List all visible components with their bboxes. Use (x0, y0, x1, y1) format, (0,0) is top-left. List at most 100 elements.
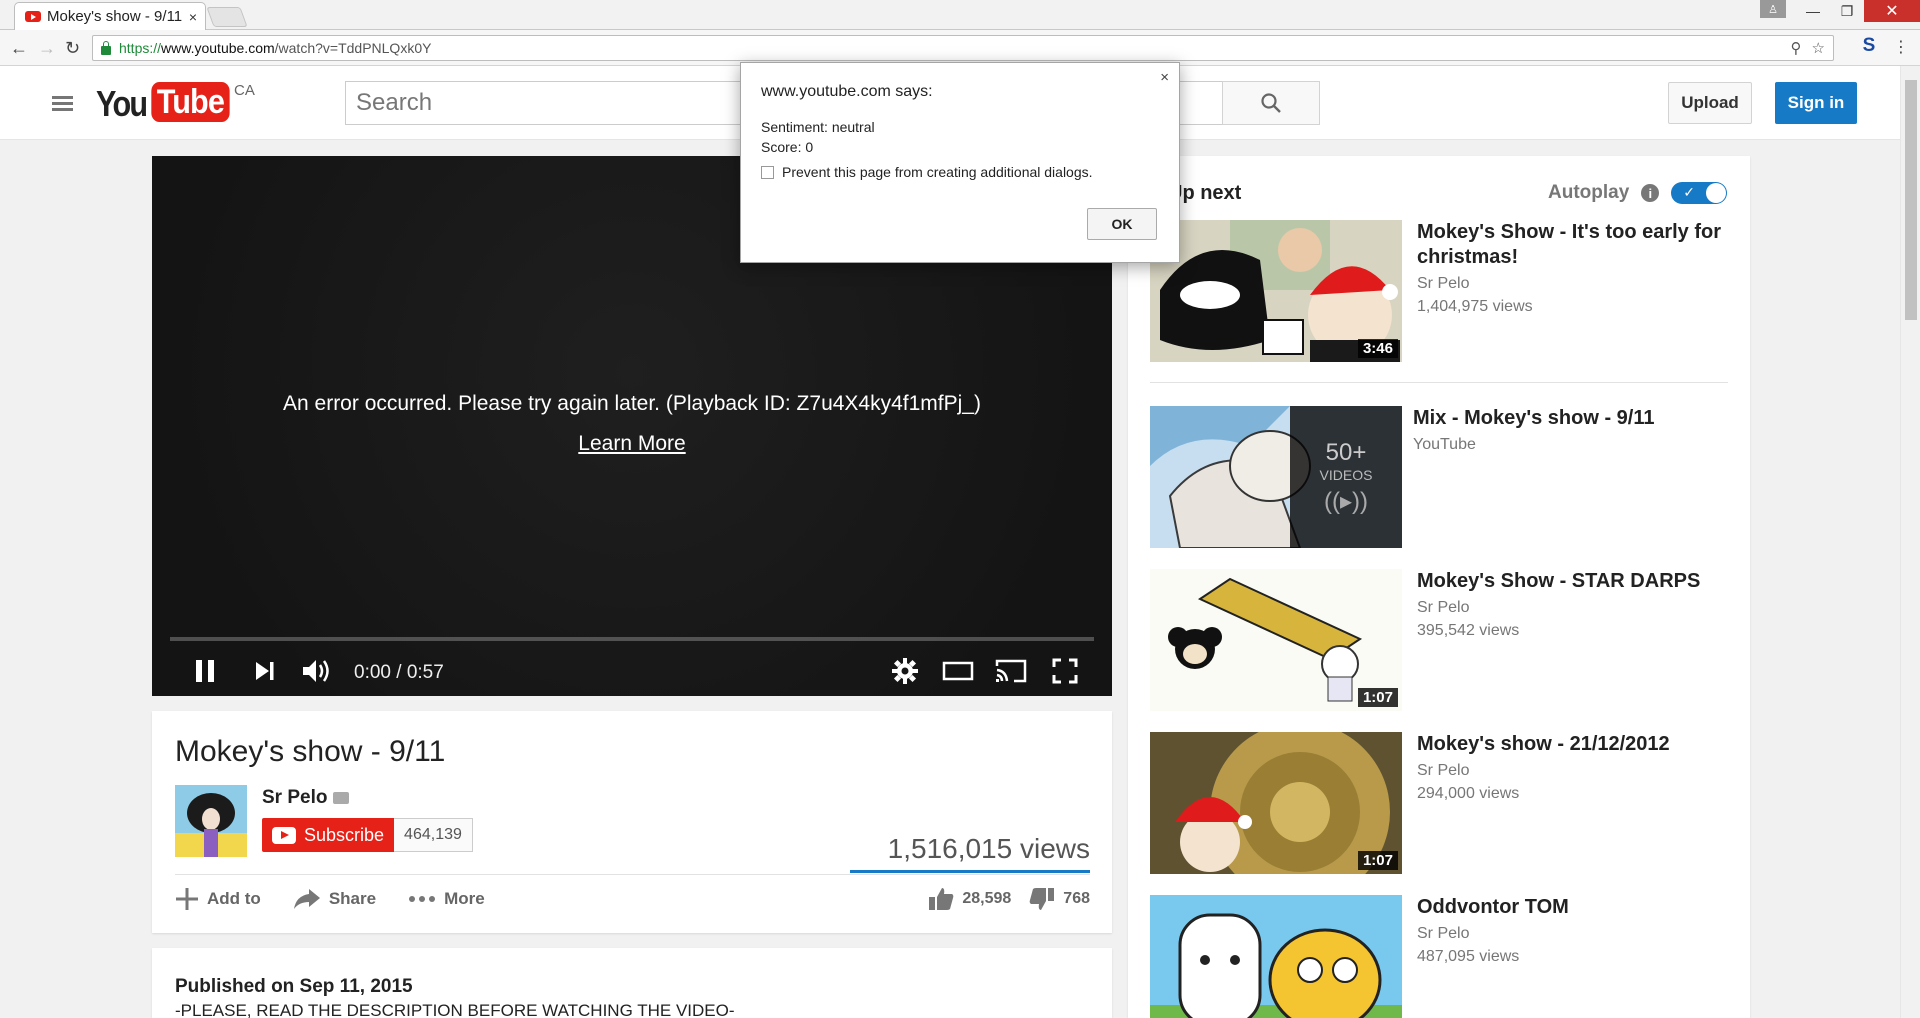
playlist-title-link[interactable]: Mix - Mokey's show - 9/11 (1413, 406, 1733, 431)
video-duration: 3:46 (1357, 339, 1398, 358)
fullscreen-icon[interactable] (1052, 658, 1078, 684)
up-next-sidebar: Up next Autoplay i ✓ 3:46 Mokey's Show -… (1128, 156, 1750, 1018)
recommended-video[interactable]: 1:07 Mokey's Show - STAR DARPS Sr Pelo 3… (1150, 569, 1750, 711)
like-ratio-bar (850, 870, 1090, 873)
secure-lock-icon (101, 40, 111, 55)
broadcast-icon: ((▸)) (1323, 487, 1368, 515)
address-bar[interactable]: https://www.youtube.com/watch?v=TddPNLQx… (92, 35, 1834, 61)
channel-name-link[interactable]: Sr Pelo (262, 787, 350, 809)
minimize-icon[interactable]: — (1796, 0, 1830, 22)
volume-icon[interactable] (302, 658, 334, 684)
browser-tab-bar: Mokey's show - 9/11 × ♙ — ❐ ✕ (0, 0, 1920, 30)
browser-tab[interactable]: Mokey's show - 9/11 × (14, 2, 206, 30)
share-arrow-icon (293, 889, 320, 909)
recommended-video[interactable]: Oddvontor TOM Sr Pelo 487,095 views (1150, 895, 1750, 1018)
page-scrollbar[interactable] (1900, 66, 1920, 1018)
url-text: https://www.youtube.com/watch?v=TddPNLQx… (119, 40, 432, 56)
more-dots-icon (409, 896, 436, 902)
info-icon[interactable]: i (1641, 184, 1660, 202)
view-count: 487,095 views (1417, 948, 1520, 965)
video-thumbnail[interactable]: 1:07 (1150, 732, 1402, 874)
youtube-logo[interactable]: You Tube CA (96, 82, 255, 126)
video-title-link[interactable]: Mokey's Show - It's too early for christ… (1417, 220, 1737, 270)
dialog-close-icon[interactable]: × (1160, 69, 1169, 86)
verified-badge-icon (333, 792, 350, 804)
playlist-overlay: 50+ VIDEOS ((▸)) (1290, 406, 1402, 548)
recommended-video[interactable]: 1:07 Mokey's show - 21/12/2012 Sr Pelo 2… (1150, 732, 1750, 874)
video-title-link[interactable]: Mokey's show - 21/12/2012 (1417, 732, 1737, 757)
theater-mode-icon[interactable] (942, 658, 974, 684)
view-count: 1,404,975 views (1417, 298, 1533, 315)
video-title: Mokey's show - 9/11 (175, 735, 446, 768)
divider (1150, 382, 1728, 383)
time-display: 0:00 / 0:57 (354, 662, 444, 683)
window-controls: ♙ — ❐ ✕ (1760, 0, 1920, 22)
channel-avatar[interactable] (175, 785, 247, 857)
channel-name: Sr Pelo (1417, 925, 1470, 942)
next-icon[interactable] (254, 658, 276, 684)
progress-bar[interactable] (170, 637, 1094, 641)
zoom-icon[interactable]: ⚲ (1791, 39, 1802, 57)
subscribe-button[interactable]: Subscribe (262, 818, 395, 852)
thumbs-up-icon (929, 888, 954, 910)
window-close-icon[interactable]: ✕ (1864, 0, 1920, 22)
channel-name: Sr Pelo (1417, 762, 1470, 779)
learn-more-link[interactable]: Learn More (152, 432, 1112, 456)
more-button[interactable]: More (408, 889, 485, 909)
extension-icon[interactable]: S (1858, 35, 1880, 57)
autoplay-toggle[interactable]: ✓ (1671, 182, 1728, 204)
video-actions: Add to Share More (175, 887, 485, 911)
youtube-play-icon (272, 826, 296, 844)
video-title-link[interactable]: Mokey's Show - STAR DARPS (1417, 569, 1737, 594)
alert-dialog: × www.youtube.com says: Sentiment: neutr… (740, 62, 1180, 263)
user-profile-icon[interactable]: ♙ (1760, 0, 1786, 18)
guide-menu-icon[interactable] (52, 96, 73, 111)
share-button[interactable]: Share (293, 888, 376, 910)
dialog-title: www.youtube.com says: (761, 83, 933, 100)
prevent-dialogs-checkbox[interactable]: Prevent this page from creating addition… (761, 164, 1093, 180)
dislike-button[interactable]: 768 (1029, 887, 1090, 911)
forward-icon[interactable]: → (38, 38, 56, 59)
playlist-thumbnail[interactable]: 50+ VIDEOS ((▸)) (1150, 406, 1402, 548)
reload-icon[interactable]: ↻ (65, 38, 80, 59)
upload-button[interactable]: Upload (1668, 82, 1752, 124)
sign-in-button[interactable]: Sign in (1775, 82, 1857, 124)
add-to-button[interactable]: Add to (175, 887, 261, 911)
settings-gear-icon[interactable] (892, 658, 918, 684)
thumbs-down-icon (1029, 888, 1055, 910)
view-count: 294,000 views (1417, 785, 1520, 802)
scrollbar-thumb[interactable] (1905, 80, 1917, 320)
subscribe-group: Subscribe 464,139 (262, 818, 473, 852)
back-icon[interactable]: ← (10, 38, 28, 59)
pause-icon[interactable] (194, 658, 216, 684)
player-controls: 0:00 / 0:57 (152, 646, 1112, 696)
bookmark-star-icon[interactable]: ☆ (1812, 39, 1825, 57)
recommended-video[interactable]: 3:46 Mokey's Show - It's too early for c… (1150, 220, 1750, 362)
like-dislike-group: 28,598 768 (928, 887, 1090, 911)
player-error-message: An error occurred. Please try again late… (283, 392, 981, 415)
video-title-link[interactable]: Oddvontor TOM (1417, 895, 1737, 920)
like-button[interactable]: 28,598 (928, 887, 1011, 911)
search-button[interactable] (1222, 81, 1320, 125)
video-duration: 1:07 (1357, 688, 1398, 707)
video-thumbnail[interactable]: 1:07 (1150, 569, 1402, 711)
tab-close-icon[interactable]: × (189, 9, 197, 25)
browser-menu-icon[interactable]: ⋮ (1893, 37, 1909, 57)
subscriber-count: 464,139 (394, 818, 473, 852)
video-info-card: Mokey's show - 9/11 Sr Pelo Subscribe 46… (152, 711, 1112, 933)
video-thumbnail[interactable]: 3:46 (1150, 220, 1402, 362)
description-text: -PLEASE, READ THE DESCRIPTION BEFORE WAT… (175, 1001, 735, 1018)
plus-icon (176, 888, 198, 910)
restore-icon[interactable]: ❐ (1830, 0, 1864, 22)
dialog-ok-button[interactable]: OK (1087, 208, 1157, 240)
description-card: Published on Sep 11, 2015 -PLEASE, READ … (152, 948, 1112, 1018)
autoplay-control: Autoplay i ✓ (1548, 182, 1728, 204)
channel-name: YouTube (1413, 436, 1476, 453)
new-tab-button[interactable] (206, 7, 248, 27)
checkbox[interactable] (761, 165, 774, 179)
cast-icon[interactable] (994, 658, 1028, 684)
video-thumbnail[interactable] (1150, 895, 1402, 1018)
dialog-message: Sentiment: neutral Score: 0 (761, 119, 875, 155)
recommended-playlist[interactable]: 50+ VIDEOS ((▸)) Mix - Mokey's show - 9/… (1150, 406, 1750, 548)
search-icon (1261, 93, 1281, 113)
